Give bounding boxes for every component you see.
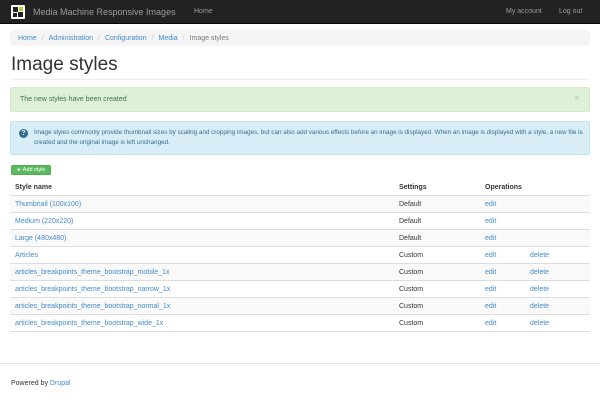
plus-icon: +	[16, 166, 21, 174]
table-header: Style name Settings Operations	[10, 179, 590, 196]
style-settings: Custom	[399, 252, 424, 259]
info-icon: ?	[19, 129, 28, 138]
breadcrumb-home[interactable]: Home	[18, 35, 37, 42]
delete-link[interactable]: delete	[530, 252, 549, 259]
breadcrumb-configuration[interactable]: Configuration	[105, 35, 147, 42]
info-alert: ? Image styles commonly provide thumbnai…	[10, 121, 590, 155]
delete-link[interactable]: delete	[530, 320, 549, 327]
table-row: articles_breakpoints_theme_bootstrap_wid…	[10, 315, 590, 332]
breadcrumb-media[interactable]: Media	[159, 35, 178, 42]
style-settings: Custom	[399, 269, 424, 276]
table-row: articles_breakpoints_theme_bootstrap_nor…	[10, 298, 590, 315]
table-row: articles_breakpoints_theme_bootstrap_nar…	[10, 281, 590, 298]
breadcrumb-separator: /	[151, 34, 154, 42]
style-name-link[interactable]: articles_breakpoints_theme_bootstrap_nar…	[15, 286, 170, 293]
nav-logout-link[interactable]: Log out	[559, 8, 582, 15]
footer: Powered by Drupal	[11, 380, 71, 387]
image-styles-table: Style name Settings Operations Thumbnail…	[10, 179, 590, 332]
media-machine-logo-icon[interactable]	[11, 5, 25, 19]
table-row: Thumbnail (100x100) Default edit	[10, 196, 590, 213]
header-settings: Settings	[399, 184, 427, 191]
footer-powered-by: Powered by	[11, 380, 50, 387]
breadcrumb-administration[interactable]: Administration	[49, 35, 93, 42]
style-name-link[interactable]: Articles	[15, 252, 38, 259]
style-settings: Custom	[399, 303, 424, 310]
edit-link[interactable]: edit	[485, 286, 496, 293]
style-name-link[interactable]: articles_breakpoints_theme_bootstrap_nor…	[15, 303, 170, 310]
style-settings: Custom	[399, 320, 424, 327]
table-row: Medium (220x220) Default edit	[10, 213, 590, 230]
success-message: The new styles have been created	[20, 96, 127, 103]
top-navbar: Media Machine Responsive Images Home My …	[0, 0, 600, 24]
site-name[interactable]: Media Machine Responsive Images	[33, 7, 176, 17]
edit-link[interactable]: edit	[485, 201, 496, 208]
footer-divider	[0, 363, 600, 364]
style-settings: Custom	[399, 286, 424, 293]
edit-link[interactable]: edit	[485, 303, 496, 310]
delete-link[interactable]: delete	[530, 286, 549, 293]
style-name-link[interactable]: articles_breakpoints_theme_bootstrap_wid…	[15, 320, 163, 327]
add-style-button[interactable]: + Add style	[11, 165, 51, 175]
edit-link[interactable]: edit	[485, 320, 496, 327]
page-title: Image styles	[11, 54, 118, 75]
nav-home-link[interactable]: Home	[194, 8, 213, 15]
style-name-link[interactable]: Medium (220x220)	[15, 218, 73, 225]
delete-link[interactable]: delete	[530, 269, 549, 276]
nav-my-account-link[interactable]: My account	[506, 8, 542, 15]
table-row: Articles Custom edit delete	[10, 247, 590, 264]
style-name-link[interactable]: Thumbnail (100x100)	[15, 201, 81, 208]
breadcrumb-separator: /	[41, 34, 44, 42]
breadcrumb-current: Image styles	[189, 34, 229, 42]
style-name-link[interactable]: articles_breakpoints_theme_bootstrap_mob…	[15, 269, 169, 276]
edit-link[interactable]: edit	[485, 218, 496, 225]
style-settings: Default	[399, 201, 422, 208]
footer-drupal-link[interactable]: Drupal	[50, 380, 71, 387]
breadcrumb: Home / Administration / Configuration / …	[10, 30, 590, 46]
success-alert: The new styles have been created ×	[10, 87, 590, 112]
edit-link[interactable]: edit	[485, 252, 496, 259]
header-style-name: Style name	[15, 184, 52, 191]
edit-link[interactable]: edit	[485, 269, 496, 276]
table-row: Large (480x480) Default edit	[10, 230, 590, 247]
title-divider	[10, 79, 590, 80]
close-icon[interactable]: ×	[574, 94, 580, 104]
style-settings: Default	[399, 235, 422, 242]
style-settings: Default	[399, 218, 422, 225]
breadcrumb-separator: /	[98, 34, 100, 42]
delete-link[interactable]: delete	[530, 303, 549, 310]
add-style-label: Add style	[22, 167, 46, 173]
table-row: articles_breakpoints_theme_bootstrap_mob…	[10, 264, 590, 281]
style-name-link[interactable]: Large (480x480)	[15, 235, 66, 242]
info-message: Image styles commonly provide thumbnail …	[34, 129, 583, 146]
header-operations: Operations	[485, 184, 522, 191]
breadcrumb-separator: /	[182, 34, 185, 42]
edit-link[interactable]: edit	[485, 235, 496, 242]
